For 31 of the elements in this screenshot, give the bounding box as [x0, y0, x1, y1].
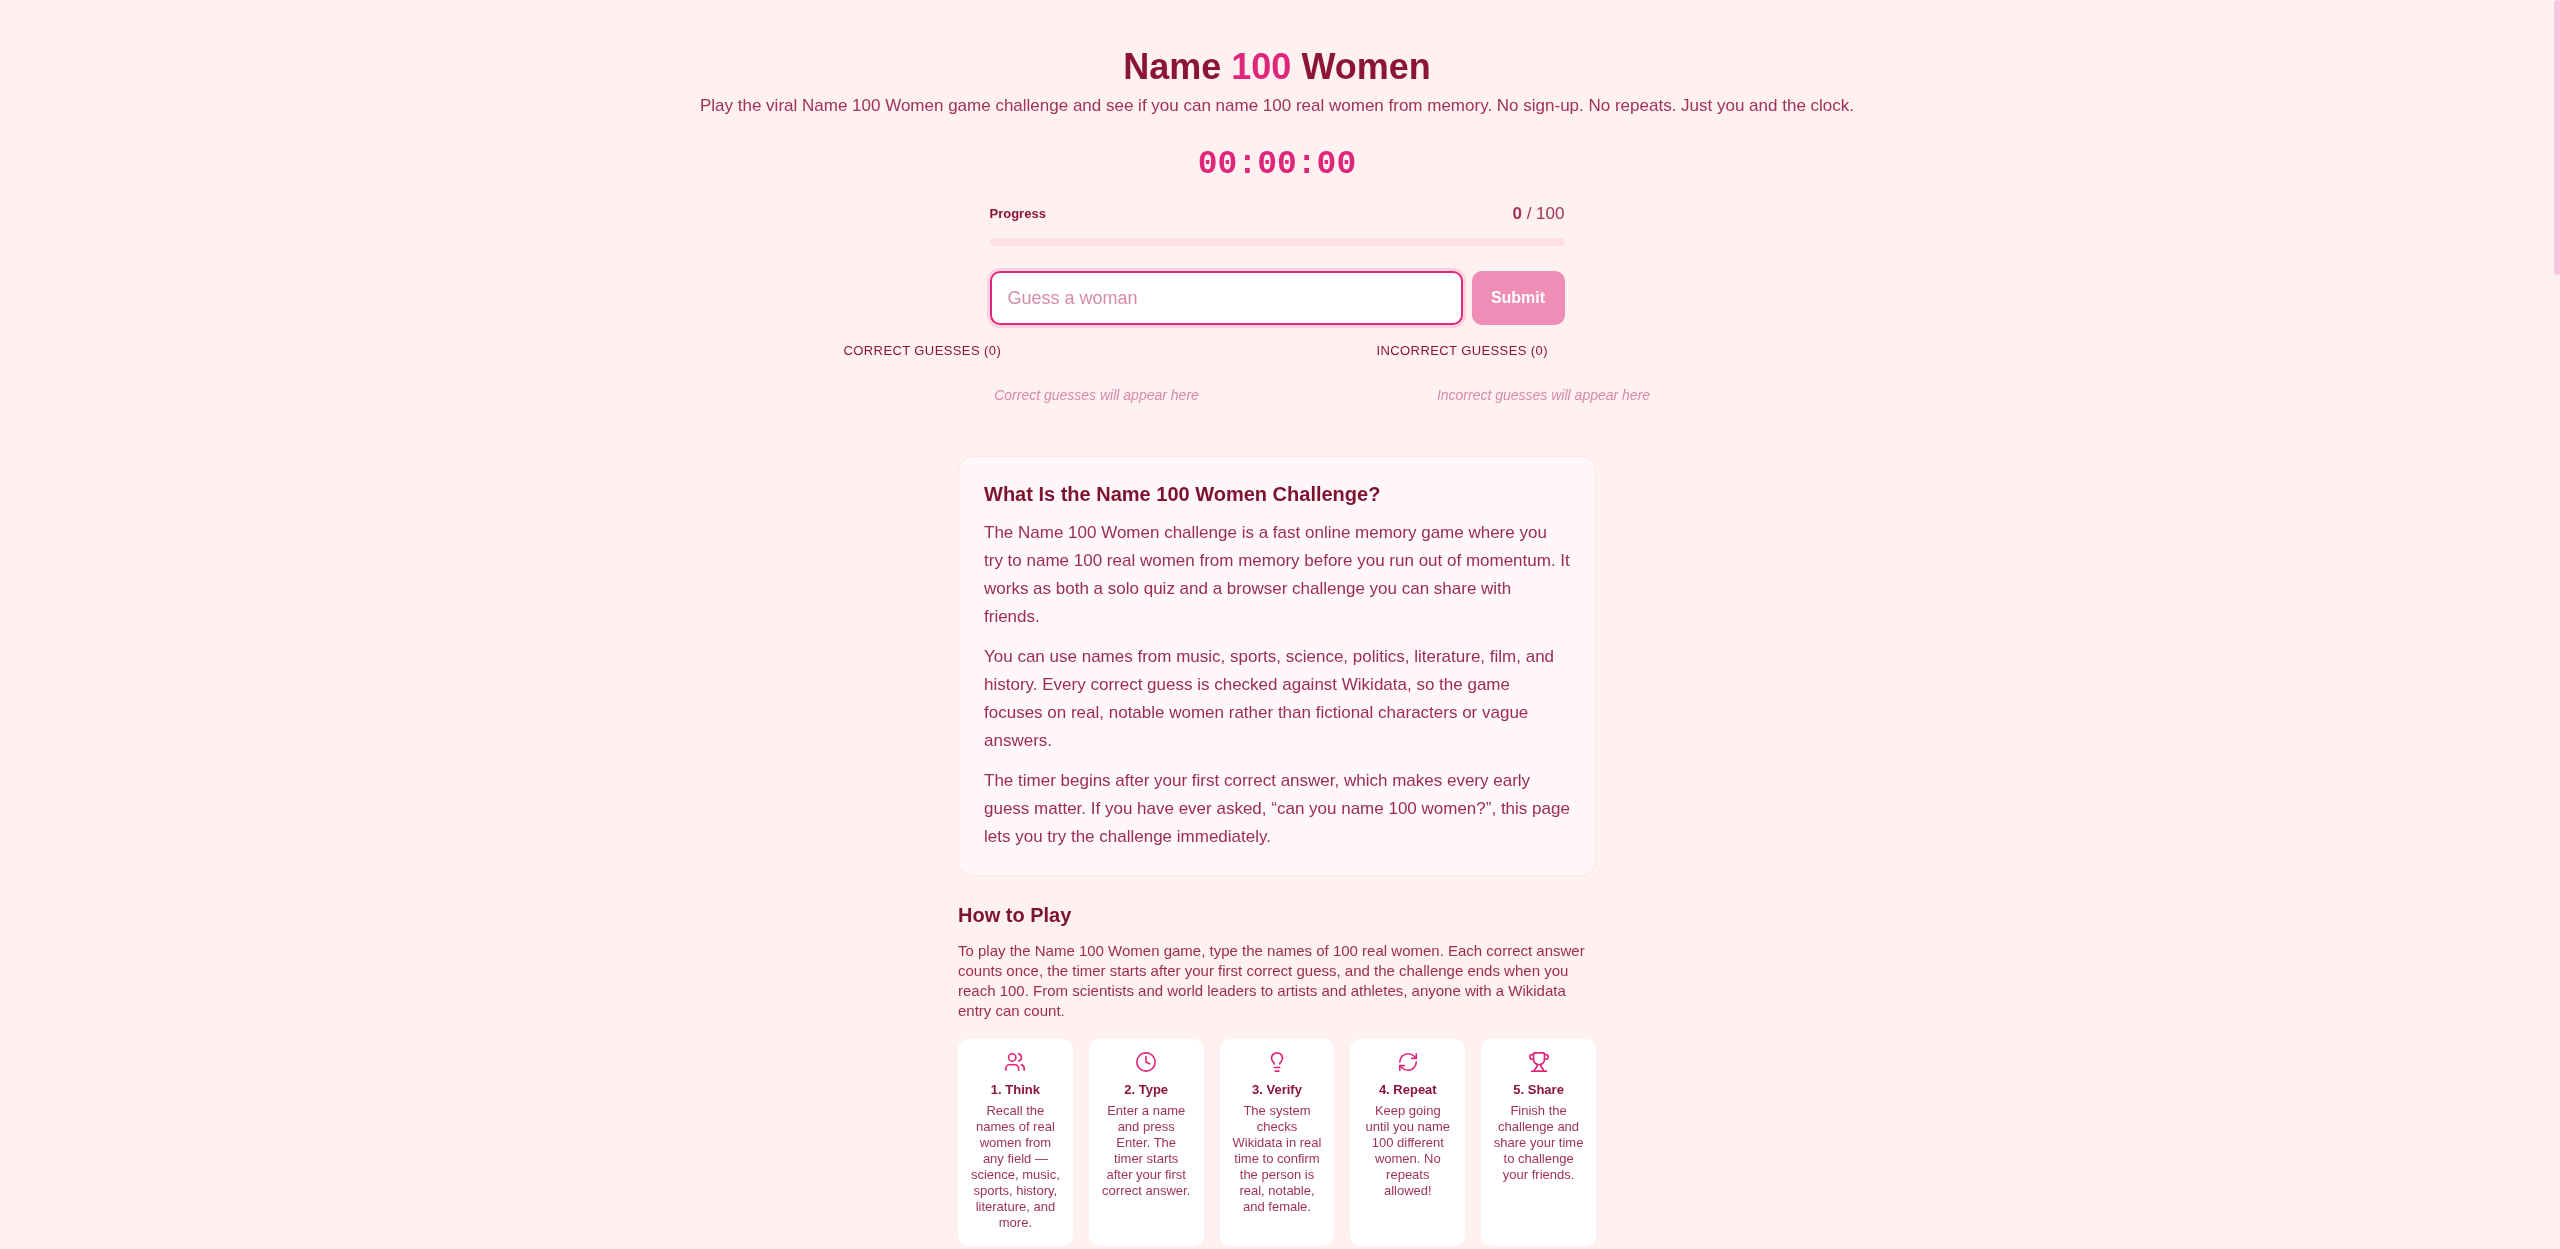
- guess-list-heading: CORRECT GUESSES (0): [843, 342, 1002, 360]
- people-icon: [1004, 1051, 1027, 1073]
- step-title: 2. Type: [1124, 1081, 1169, 1099]
- card-paragraph: The timer begins after your first correct answer, which makes every early guess matter. If you have ever asked, “can you name 100 women?”, this page lets you try the challenge immediately.: [984, 770, 1570, 848]
- step-title: 4. Repeat: [1378, 1081, 1437, 1099]
- refresh-icon: [1396, 1051, 1419, 1073]
- step-description: Enter a name and press Enter. The timer starts after your first correct answer.: [1101, 1103, 1192, 1199]
- empty-list-message: Correct guesses will appear here: [994, 386, 1199, 405]
- page-title: Name 100 Women: [1123, 45, 1431, 89]
- timer: 00:00:00: [1197, 145, 1357, 185]
- empty-list-message: Incorrect guesses will appear here: [1436, 386, 1651, 405]
- card-heading: What Is the Name 100 Women Challenge?: [984, 482, 1382, 507]
- guess-input[interactable]: Guess a woman: [989, 271, 1463, 325]
- card-paragraph: You can use names from music, sports, science, politics, literature, film, and history. Every correct guess is checked against Wikidata, so the game focuses on real, notable women rather than fictional characters or vague answers.: [984, 646, 1556, 752]
- scrollbar-thumb[interactable]: [2554, 0, 2560, 275]
- section-heading: How to Play: [958, 903, 1073, 928]
- subtitle: Play the viral Name 100 Women game challenge and see if you can name 100 real women from memory. No sign-up. No repeats. Just you and the clock.: [699, 95, 1855, 117]
- step-title: 5. Share: [1513, 1081, 1564, 1099]
- trophy-icon: [1527, 1051, 1550, 1073]
- step-description: Keep going until you name 100 different women. No repeats allowed!: [1364, 1103, 1452, 1199]
- card-paragraph: The Name 100 Women challenge is a fast online memory game where you try to name 100 real women from memory before you run out of momentum. It works as both a solo quiz and a browser challenge you can share with friends.: [984, 522, 1570, 628]
- step-description: Finish the challenge and share your time to challenge your friends.: [1493, 1103, 1584, 1183]
- progress-label: Progress: [989, 205, 1046, 224]
- step-title: 3. Verify: [1252, 1081, 1302, 1099]
- guess-list-heading: INCORRECT GUESSES (0): [1376, 342, 1548, 360]
- step-title: 1. Think: [990, 1081, 1040, 1099]
- section-intro: To play the Name 100 Women game, type the names of 100 real women. Each correct answer counts once, the timer starts after your first correct guess, and the challenge ends when you reach 100. From scientists and world leaders to artists and athletes, anyone with a Wikidata entry can count.: [958, 941, 1586, 1021]
- clock-icon: [1135, 1051, 1158, 1073]
- step-description: Recall the names of real women from any field — science, music, sports, history, literature, and more.: [970, 1103, 1061, 1231]
- progress-count: 0 / 100: [1512, 203, 1565, 226]
- step-description: The system checks Wikidata in real time to confirm the person is real, notable, and female.: [1231, 1103, 1323, 1215]
